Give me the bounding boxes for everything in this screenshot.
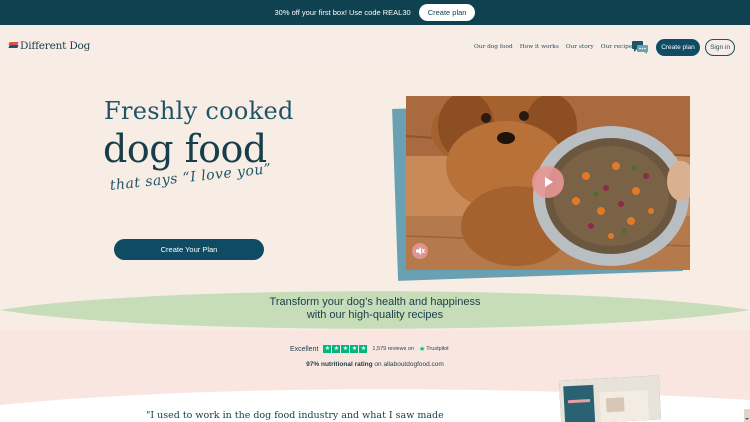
mute-icon[interactable] — [412, 243, 428, 259]
logo[interactable]: Different Dog — [8, 40, 91, 52]
trustpilot-brand: Trustpilot — [426, 346, 449, 352]
nutrition-rating-bold: 97% nutritional rating — [306, 361, 373, 368]
header-create-plan-button[interactable]: Create plan — [656, 39, 700, 56]
promo-text: 30% off your first box! Use code REAL30 — [274, 8, 411, 17]
star-icon: ★ — [341, 345, 350, 353]
testimonial-quote: "I used to work in the dog food industry… — [146, 410, 444, 421]
promo-create-plan-button[interactable]: Create plan — [418, 4, 476, 21]
trustpilot-star-icon: ★ — [419, 346, 426, 353]
chat-icon[interactable] — [632, 41, 648, 54]
trustpilot-widget[interactable]: Excellent ★ ★ ★ ★ ★ 1,579 reviews on ★ T… — [290, 345, 449, 353]
promo-bar: 30% off your first box! Use code REAL30 … — [0, 0, 750, 25]
star-icon: ★ — [350, 345, 359, 353]
benefit-line-2: with our high-quality recipes — [306, 309, 444, 321]
trustpilot-review-count: 1,579 reviews on — [372, 346, 414, 352]
trustpilot-logo: ★ Trustpilot — [419, 345, 449, 353]
trustpilot-rating-word: Excellent — [290, 345, 319, 353]
logo-mark-icon — [8, 42, 19, 50]
scroll-indicator[interactable] — [744, 409, 750, 422]
nutrition-rating[interactable]: 97% nutritional rating on allaboutdogfoo… — [0, 361, 750, 368]
nav-item-our-recipes[interactable]: Our recipes — [601, 44, 636, 50]
star-icon: ★ — [323, 345, 332, 353]
create-your-plan-button[interactable]: Create Your Plan — [114, 239, 264, 260]
star-icon: ★ — [359, 345, 368, 353]
logo-text: Different Dog — [20, 40, 91, 52]
star-icon: ★ — [332, 345, 341, 353]
product-box-image — [558, 375, 662, 422]
nav-item-how-it-works[interactable]: How it works — [520, 44, 559, 50]
hero-headline-line1: Freshly cooked — [104, 97, 294, 125]
nav-item-our-dog-food[interactable]: Our dog food — [474, 44, 513, 50]
trustpilot-stars: ★ ★ ★ ★ ★ — [323, 345, 368, 353]
nav-item-our-story[interactable]: Our story — [566, 44, 594, 50]
benefit-line-1: Transform your dog’s health and happines… — [269, 296, 481, 308]
main-nav: Our dog food How it works Our story Our … — [474, 44, 635, 50]
play-icon[interactable] — [532, 166, 564, 198]
sign-in-button[interactable]: Sign in — [705, 39, 735, 56]
nutrition-rating-source: on allaboutdogfood.com — [372, 361, 444, 368]
